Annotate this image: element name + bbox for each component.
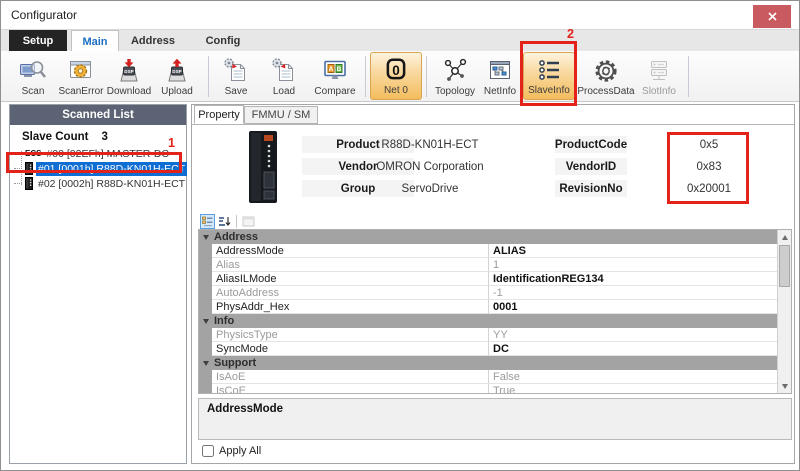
load-button[interactable]: Load: [263, 53, 305, 100]
property-row[interactable]: IsAoEFalse: [199, 370, 777, 384]
slaveinfo-button[interactable]: SlaveInfo: [523, 52, 575, 100]
slave-info-panel: Property FMMU / SM Product Vendor Group …: [191, 104, 795, 464]
tree-connector: [21, 151, 22, 185]
scanerror-icon: [67, 56, 95, 86]
toolbar-separator: [426, 56, 427, 97]
categorized-view-button[interactable]: [200, 214, 215, 229]
load-icon: [270, 56, 298, 86]
category-row[interactable]: Address: [199, 230, 777, 244]
tab-fmmu-sm[interactable]: FMMU / SM: [244, 106, 318, 124]
upload-icon: DSP: [163, 56, 191, 86]
ribbon-tabstrip: Setup Main Address Config: [1, 29, 799, 51]
tree-item-master[interactable]: ECS #00 [02EFh] MASTER-DC: [10, 146, 186, 161]
property-row[interactable]: AddressModeALIAS: [199, 244, 777, 258]
svg-text:0: 0: [392, 63, 400, 78]
slave-count: Slave Count 3: [22, 131, 186, 143]
svg-text:A: A: [329, 66, 334, 73]
tree-item-slave-02[interactable]: #02 [0002h] R88D-KN01H-ECT: [10, 176, 186, 191]
category-row[interactable]: Support: [199, 356, 777, 370]
close-icon: [768, 8, 777, 26]
chevron-down-icon: [203, 235, 209, 240]
property-pages-button: [241, 214, 256, 229]
tab-setup[interactable]: Setup: [9, 30, 67, 52]
alphabetical-sort-button[interactable]: [217, 214, 232, 229]
property-row[interactable]: PhysicsTypeYY: [199, 328, 777, 342]
servo-drive-icon: [25, 162, 33, 175]
scrollbar-thumb[interactable]: [779, 245, 790, 287]
title-bar: Configurator: [1, 1, 799, 29]
group-value: ServoDrive: [368, 180, 492, 197]
scanned-list-panel: Scanned List Slave Count 3 ECS #00 [02EF…: [9, 104, 187, 464]
product-value: R88D-KN01H-ECT: [368, 136, 492, 153]
property-row[interactable]: IsCoETrue: [199, 384, 777, 394]
netinfo-icon: [486, 56, 514, 86]
property-description: AddressMode: [198, 398, 792, 440]
netinfo-button[interactable]: NetInfo: [479, 53, 521, 100]
chevron-down-icon: [203, 319, 209, 324]
save-icon: [222, 56, 250, 86]
toolbar-separator: [208, 56, 209, 97]
svg-text:DSP: DSP: [124, 69, 133, 74]
scroll-up-button[interactable]: [778, 230, 791, 244]
scroll-down-button[interactable]: [778, 379, 791, 393]
close-button[interactable]: [753, 5, 791, 28]
net0-icon: 0: [383, 55, 409, 85]
slotinfo-icon: [645, 56, 673, 86]
productcode-value: 0x5: [678, 136, 740, 153]
net0-button[interactable]: 0 Net 0: [370, 52, 422, 100]
main-toolbar: Scan ScanError DSP: [1, 51, 799, 102]
scanerror-button[interactable]: ScanError: [55, 53, 107, 100]
svg-text:DSP: DSP: [172, 69, 181, 74]
processdata-icon: [592, 56, 620, 86]
apply-all-checkbox[interactable]: [202, 445, 214, 457]
scan-button[interactable]: Scan: [13, 53, 53, 100]
revisionno-value: 0x20001: [678, 180, 740, 197]
download-icon: DSP: [115, 56, 143, 86]
apply-all-row: Apply All: [202, 445, 261, 457]
apply-all-label: Apply All: [219, 445, 261, 457]
scan-icon: [19, 56, 47, 86]
revisionno-label: RevisionNo: [555, 180, 627, 197]
productcode-label: ProductCode: [555, 136, 627, 153]
window-title: Configurator: [11, 8, 77, 22]
tab-address[interactable]: Address: [123, 30, 183, 52]
toolbar-separator: [688, 56, 689, 97]
tree-item-slave-01[interactable]: #01 [0001h] R88D-KN01H-ECT: [10, 161, 186, 176]
compare-icon: A B: [321, 56, 349, 86]
tab-config[interactable]: Config: [195, 30, 251, 52]
svg-text:B: B: [337, 66, 342, 73]
compare-button[interactable]: A B Compare: [309, 53, 361, 100]
property-row[interactable]: SyncModeDC: [199, 342, 777, 356]
annotation-number-2: 2: [567, 27, 574, 41]
property-row[interactable]: Alias1: [199, 258, 777, 272]
vendor-value: OMRON Corporation: [368, 158, 492, 175]
device-image: [245, 130, 281, 209]
property-grid-toolbar: [198, 214, 792, 229]
save-button[interactable]: Save: [215, 53, 257, 100]
slaveinfo-icon: [535, 55, 563, 85]
slotinfo-button: SlotInfo: [637, 53, 681, 100]
property-row[interactable]: AutoAddress-1: [199, 286, 777, 300]
download-button[interactable]: DSP Download: [105, 53, 153, 100]
tab-main[interactable]: Main: [71, 30, 119, 52]
upload-button[interactable]: DSP Upload: [155, 53, 199, 100]
property-row[interactable]: PhysAddr_Hex0001: [199, 300, 777, 314]
tab-property[interactable]: Property: [194, 105, 244, 124]
vendorid-label: VendorID: [555, 158, 627, 175]
ecs-master-icon: ECS: [25, 149, 41, 158]
property-grid-scrollbar[interactable]: [777, 230, 791, 393]
property-row[interactable]: AliasILModeIdentificationREG134: [199, 272, 777, 286]
chevron-down-icon: [203, 361, 209, 366]
servo-drive-icon: [25, 177, 33, 190]
processdata-button[interactable]: ProcessData: [580, 53, 632, 100]
configurator-window: Configurator Setup Main Address Config: [0, 0, 800, 471]
annotation-number-1: 1: [168, 136, 175, 150]
category-row[interactable]: Info: [199, 314, 777, 328]
scanned-list-header: Scanned List: [10, 105, 186, 125]
vendorid-value: 0x83: [678, 158, 740, 175]
topology-icon: [441, 56, 469, 86]
topology-button[interactable]: Topology: [431, 53, 479, 100]
property-grid: Address AddressModeALIAS Alias1 AliasILM…: [198, 229, 792, 394]
toolbar-separator: [365, 56, 366, 97]
